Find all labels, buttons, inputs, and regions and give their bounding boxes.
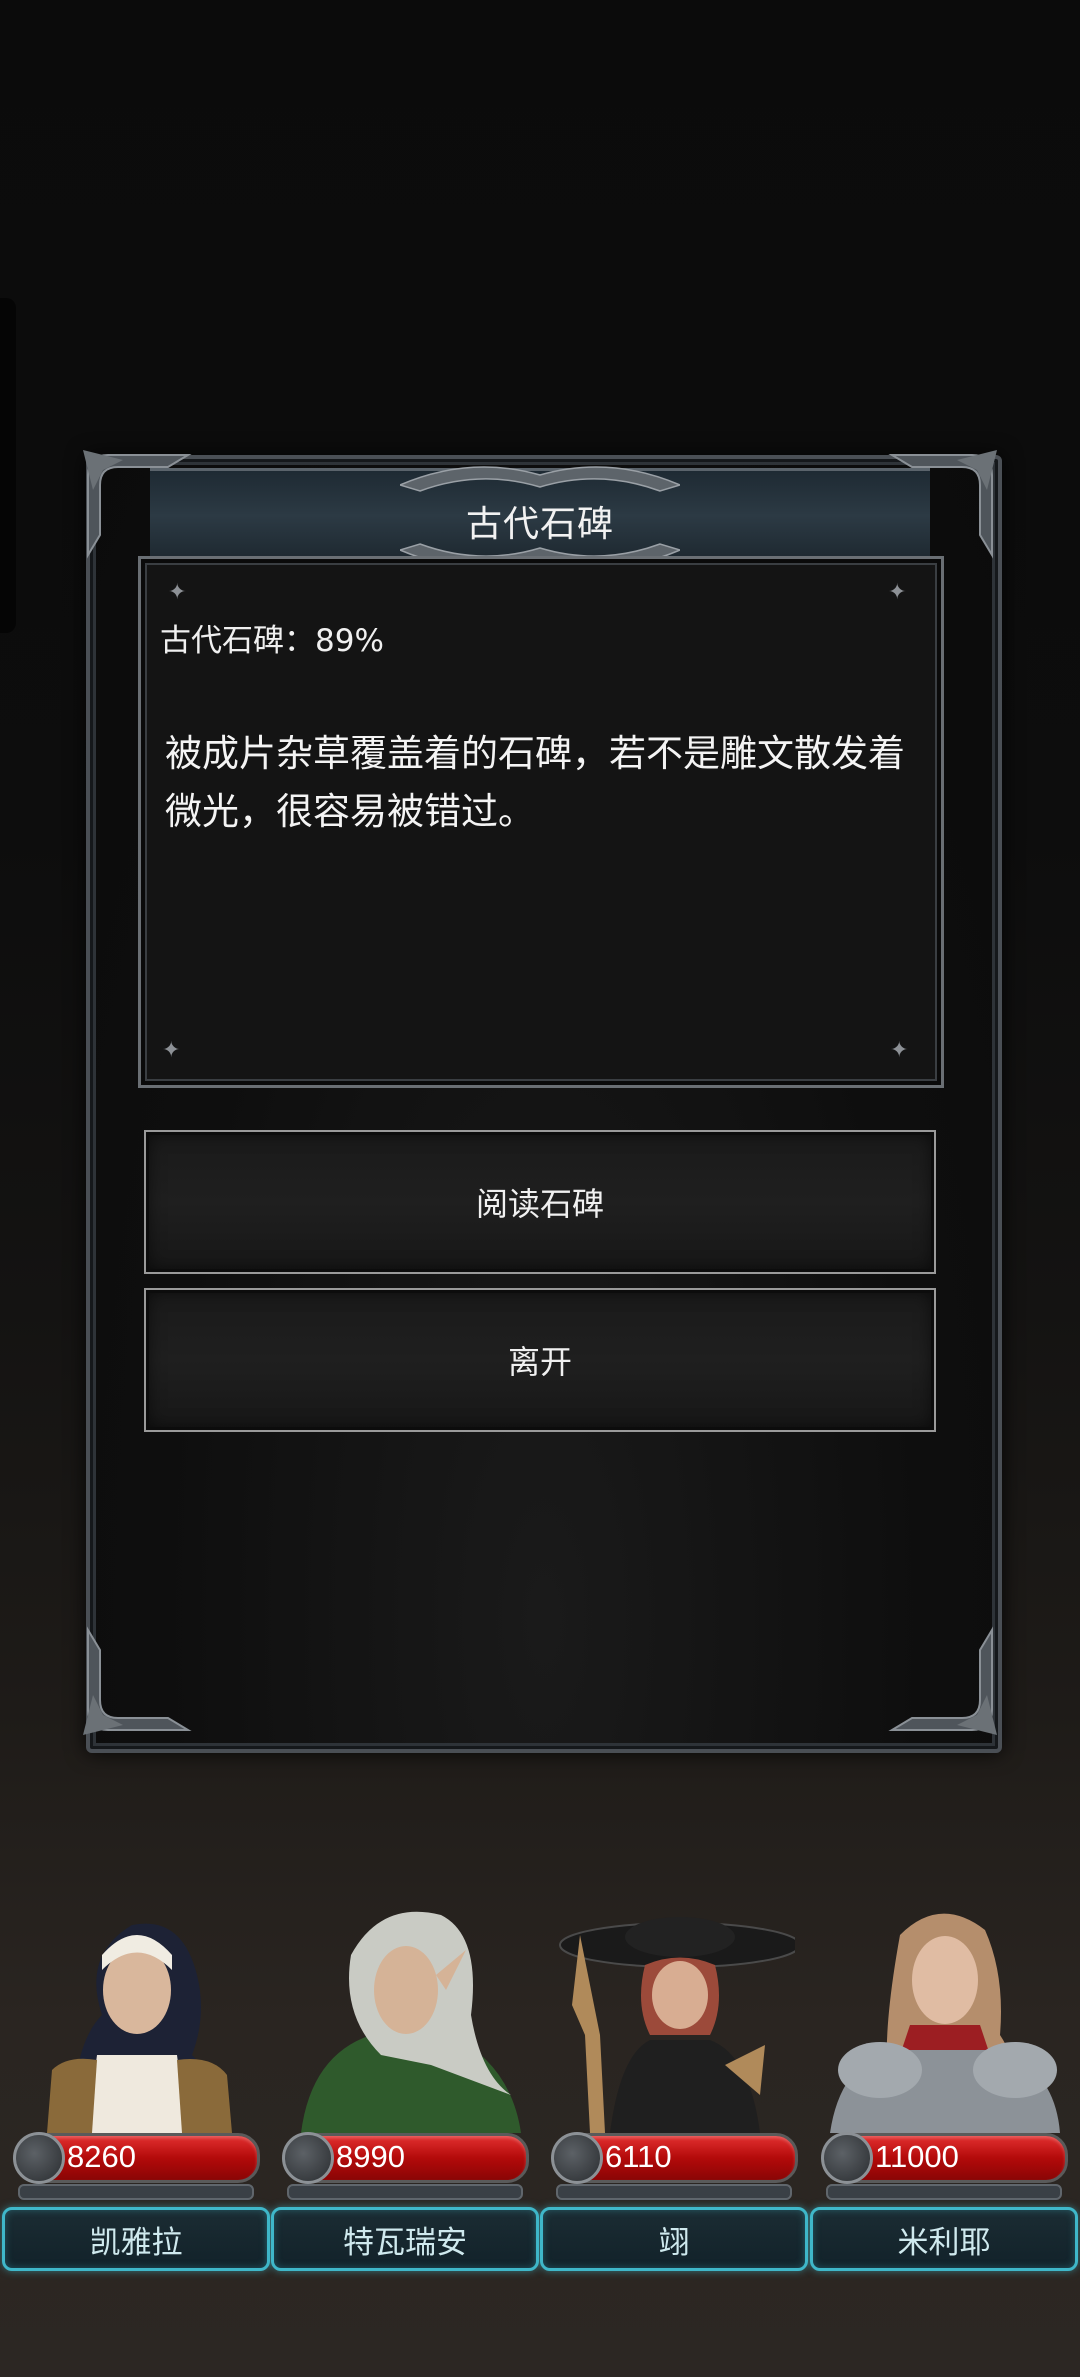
energy-bar bbox=[287, 2184, 523, 2200]
character-portrait bbox=[830, 1913, 1060, 2133]
party-member-1[interactable]: 8260 凯雅拉 bbox=[2, 1895, 270, 2271]
frame-ornament-icon bbox=[83, 1626, 192, 1735]
character-portrait bbox=[47, 1923, 232, 2133]
title-crest-icon bbox=[400, 466, 680, 492]
character-portrait bbox=[559, 1917, 795, 2133]
party-member-4[interactable]: 11000 米利耶 bbox=[810, 1895, 1078, 2271]
hp-bar: 11000 bbox=[821, 2132, 1068, 2184]
character-name: 翊 bbox=[658, 2224, 690, 2261]
energy-bar bbox=[556, 2184, 792, 2200]
frame-ornament-icon bbox=[888, 1626, 997, 1735]
energy-bar bbox=[18, 2184, 254, 2200]
hp-value: 6110 bbox=[605, 2139, 672, 2174]
blade-icon bbox=[551, 2132, 603, 2184]
hp-value: 8990 bbox=[336, 2139, 405, 2174]
party-member-3[interactable]: 6110 翊 bbox=[540, 1895, 808, 2271]
hp-bar: 8260 bbox=[13, 2132, 260, 2184]
hp-value: 8260 bbox=[67, 2139, 136, 2174]
leave-button[interactable]: 离开 bbox=[144, 1288, 936, 1432]
read-stele-button[interactable]: 阅读石碑 bbox=[144, 1130, 936, 1274]
sparkle-icon: ✦ bbox=[168, 580, 187, 605]
choice-label: 离开 bbox=[507, 1343, 572, 1381]
name-plate[interactable]: 米利耶 bbox=[810, 2207, 1078, 2271]
hp-bar: 8990 bbox=[282, 2132, 529, 2184]
name-plate[interactable]: 翊 bbox=[540, 2207, 808, 2271]
name-plate[interactable]: 特瓦瑞安 bbox=[271, 2207, 539, 2271]
character-name: 特瓦瑞安 bbox=[343, 2224, 467, 2261]
screen-notch bbox=[0, 298, 16, 633]
sparkle-icon: ✦ bbox=[162, 1038, 181, 1063]
choice-label: 阅读石碑 bbox=[475, 1185, 604, 1223]
hp-bar: 6110 bbox=[551, 2132, 798, 2184]
party-member-2[interactable]: 8990 特瓦瑞安 bbox=[271, 1895, 539, 2271]
event-description: 被成片杂草覆盖着的石碑，若不是雕文散发着微光，很容易被错过。 bbox=[165, 732, 905, 833]
sparkle-icon: ✦ bbox=[890, 1038, 909, 1063]
hp-value: 11000 bbox=[875, 2139, 959, 2174]
sparkle-icon: ✦ bbox=[888, 580, 907, 605]
blade-icon bbox=[821, 2132, 873, 2184]
blade-icon bbox=[13, 2132, 65, 2184]
energy-bar bbox=[826, 2184, 1062, 2200]
name-plate[interactable]: 凯雅拉 bbox=[2, 2207, 270, 2271]
character-portrait bbox=[301, 1911, 521, 2133]
blade-icon bbox=[282, 2132, 334, 2184]
exploration-status: 古代石碑：89% bbox=[160, 623, 384, 659]
character-name: 米利耶 bbox=[897, 2224, 991, 2261]
character-name: 凯雅拉 bbox=[89, 2224, 183, 2261]
